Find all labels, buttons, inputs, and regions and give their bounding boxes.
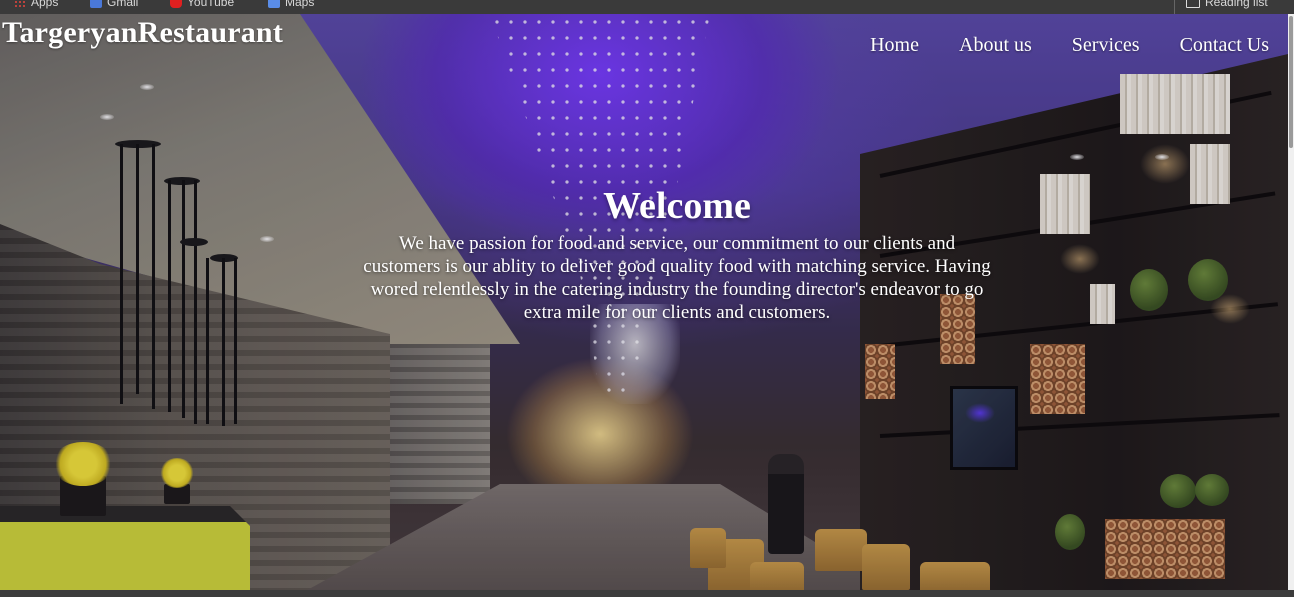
- nav-item-contact: Contact Us: [1180, 34, 1269, 57]
- apps-grid-icon: [14, 0, 26, 8]
- bookmark-youtube[interactable]: YouTube: [170, 0, 234, 10]
- bookmark-gmail[interactable]: Gmail: [90, 0, 138, 10]
- nav-item-about: About us: [959, 34, 1032, 57]
- welcome-section: Welcome We have passion for food and ser…: [360, 182, 994, 324]
- welcome-heading: Welcome: [603, 185, 751, 227]
- scrollbar-thumb[interactable]: [1289, 16, 1293, 148]
- bookmark-maps[interactable]: Maps: [268, 0, 314, 10]
- page-viewport: TargeryanRestaurant Home About us Servic…: [0, 14, 1288, 590]
- nav-link-home[interactable]: Home: [870, 34, 919, 56]
- nav-link-contact[interactable]: Contact Us: [1180, 34, 1269, 56]
- maps-icon: [268, 0, 280, 8]
- nav-link-about[interactable]: About us: [959, 34, 1032, 56]
- youtube-icon: [170, 0, 182, 8]
- welcome-body: We have passion for food and service, ou…: [363, 233, 991, 323]
- bookmarks-bar: Apps Gmail YouTube Maps Reading list: [0, 0, 1294, 14]
- bookmarks-divider: [1174, 0, 1175, 14]
- gmail-icon: [90, 0, 102, 8]
- reading-list-icon: [1186, 0, 1200, 8]
- nav-item-services: Services: [1072, 34, 1140, 57]
- bookmark-label: Maps: [285, 0, 315, 9]
- bookmark-label: YouTube: [187, 0, 235, 9]
- nav-item-home: Home: [870, 34, 919, 57]
- bookmark-label: Apps: [31, 0, 59, 9]
- reading-list-button[interactable]: Reading list: [1186, 0, 1268, 10]
- reading-list-label: Reading list: [1205, 0, 1268, 9]
- site-brand-logo[interactable]: TargeryanRestaurant: [2, 16, 283, 50]
- main-nav: Home About us Services Contact Us: [870, 34, 1269, 57]
- bookmark-apps[interactable]: Apps: [14, 0, 58, 10]
- bookmark-label: Gmail: [107, 0, 139, 9]
- window-bottom-edge: [0, 590, 1294, 597]
- nav-link-services[interactable]: Services: [1072, 34, 1140, 56]
